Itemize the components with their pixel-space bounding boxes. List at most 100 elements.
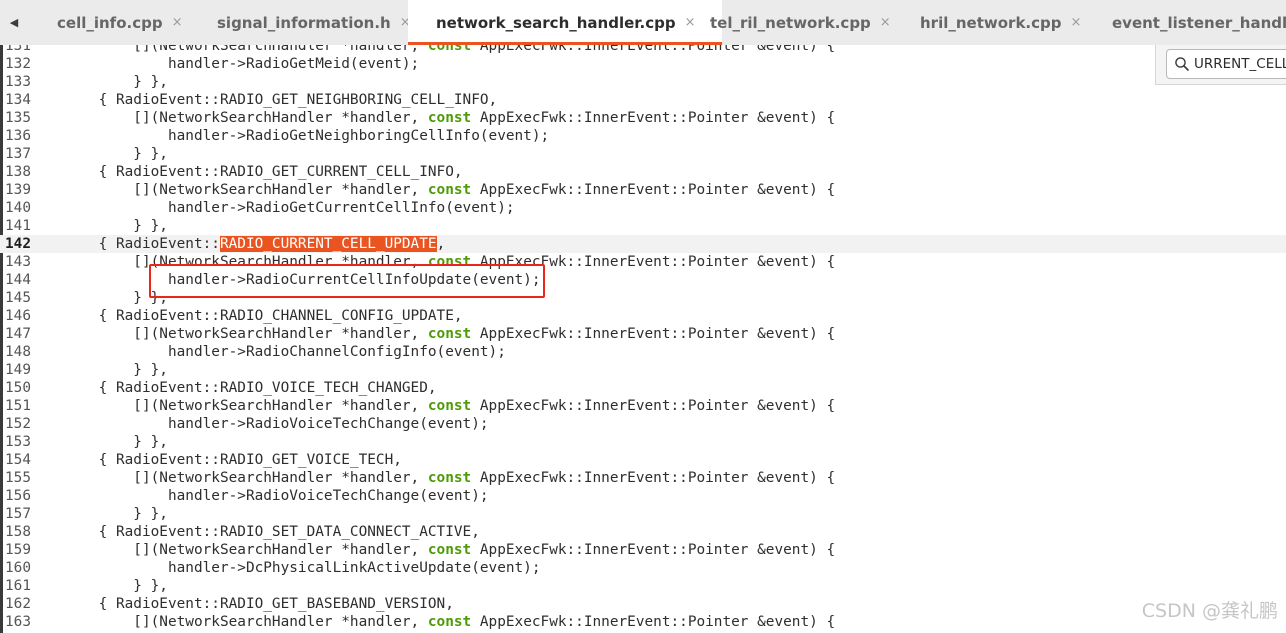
code-token: [](NetworkSearchHandler *handler, [64, 398, 428, 414]
code-token: } }, [64, 74, 168, 90]
line-source: { RadioEvent::RADIO_GET_CURRENT_CELL_INF… [64, 163, 463, 181]
code-token: handler->DcPhysicalLinkActiveUpdate(even… [64, 560, 541, 576]
code-line[interactable]: 162 { RadioEvent::RADIO_GET_BASEBAND_VER… [0, 595, 1286, 613]
line-source: { RadioEvent::RADIO_GET_BASEBAND_VERSION… [64, 595, 454, 613]
code-line[interactable]: 150 { RadioEvent::RADIO_VOICE_TECH_CHANG… [0, 379, 1286, 397]
line-source: handler->RadioGetNeighboringCellInfo(eve… [64, 127, 549, 145]
watermark: CSDN @龚礼鹏 [1141, 600, 1278, 622]
tab-event-listener-handler[interactable]: event_listener_handler.cpp [1112, 0, 1286, 45]
line-source: } }, [64, 505, 168, 523]
code-line[interactable]: 149 } }, [0, 361, 1286, 379]
code-line[interactable]: 147 [](NetworkSearchHandler *handler, co… [0, 325, 1286, 343]
code-token: } }, [64, 506, 168, 522]
line-number: 134 [5, 92, 31, 108]
line-source: { RadioEvent::RADIO_CHANNEL_CONFIG_UPDAT… [64, 307, 463, 325]
line-source: [](NetworkSearchHandler *handler, const … [64, 541, 835, 559]
code-token: { RadioEvent::RADIO_SET_DATA_CONNECT_ACT… [64, 524, 480, 540]
tab-hril-network[interactable]: hril_network.cpp × [920, 0, 1081, 45]
code-line[interactable]: 137 } }, [0, 145, 1286, 163]
code-line[interactable]: 146 { RadioEvent::RADIO_CHANNEL_CONFIG_U… [0, 307, 1286, 325]
line-source: } }, [64, 577, 168, 595]
code-line[interactable]: 133 } }, [0, 73, 1286, 91]
close-icon[interactable]: × [685, 15, 696, 30]
close-icon[interactable]: × [1070, 15, 1081, 30]
line-number: 137 [5, 146, 31, 162]
line-number: 147 [5, 326, 31, 342]
code-line[interactable]: 139 [](NetworkSearchHandler *handler, co… [0, 181, 1286, 199]
tab-label: cell_info.cpp [57, 13, 163, 32]
code-line[interactable]: 155 [](NetworkSearchHandler *handler, co… [0, 469, 1286, 487]
search-text: URRENT_CELL_UPDATE [1194, 56, 1286, 72]
code-line[interactable]: 148 handler->RadioChannelConfigInfo(even… [0, 343, 1286, 361]
code-line[interactable]: 141 } }, [0, 217, 1286, 235]
tab-cell-info[interactable]: cell_info.cpp × [57, 0, 182, 45]
code-line[interactable]: 158 { RadioEvent::RADIO_SET_DATA_CONNECT… [0, 523, 1286, 541]
tab-network-search-handler[interactable]: network_search_handler.cpp × [408, 0, 722, 45]
tab-signal-information[interactable]: signal_information.h × [217, 0, 411, 45]
code-token: AppExecFwk::InnerEvent::Pointer &event) … [471, 110, 836, 126]
code-editor[interactable]: 131 [](NetworkSearchHandler *handler, co… [0, 45, 1286, 633]
line-number: 161 [5, 578, 31, 594]
code-line[interactable]: 131 [](NetworkSearchHandler *handler, co… [0, 45, 1286, 55]
code-line[interactable]: 152 handler->RadioVoiceTechChange(event)… [0, 415, 1286, 433]
line-source: } }, [64, 145, 168, 163]
line-source: [](NetworkSearchHandler *handler, const … [64, 109, 835, 127]
code-line[interactable]: 138 { RadioEvent::RADIO_GET_CURRENT_CELL… [0, 163, 1286, 181]
code-line[interactable]: 132 handler->RadioGetMeid(event); [0, 55, 1286, 73]
line-number: 151 [5, 398, 31, 414]
line-number: 153 [5, 434, 31, 450]
line-number: 145 [5, 290, 31, 306]
code-line[interactable]: 140 handler->RadioGetCurrentCellInfo(eve… [0, 199, 1286, 217]
line-source: [](NetworkSearchHandler *handler, const … [64, 469, 835, 487]
line-number: 160 [5, 560, 31, 576]
code-line[interactable]: 163 [](NetworkSearchHandler *handler, co… [0, 613, 1286, 631]
code-lines: 131 [](NetworkSearchHandler *handler, co… [0, 45, 1286, 633]
close-icon[interactable]: × [880, 15, 891, 30]
code-line[interactable]: 161 } }, [0, 577, 1286, 595]
line-number: 140 [5, 200, 31, 216]
search-input[interactable]: URRENT_CELL_UPDATE [1166, 49, 1286, 79]
code-line[interactable]: 159 [](NetworkSearchHandler *handler, co… [0, 541, 1286, 559]
line-number: 154 [5, 452, 31, 468]
code-line[interactable]: 136 handler->RadioGetNeighboringCellInfo… [0, 127, 1286, 145]
code-line[interactable]: 153 } }, [0, 433, 1286, 451]
line-number: 163 [5, 614, 31, 630]
tab-tel-ril-network[interactable]: tel_ril_network.cpp × [710, 0, 891, 45]
line-source: handler->RadioGetMeid(event); [64, 55, 419, 73]
line-source: [](NetworkSearchHandler *handler, const … [64, 325, 835, 343]
code-token: { RadioEvent::RADIO_GET_NEIGHBORING_CELL… [64, 92, 498, 108]
line-number: 155 [5, 470, 31, 486]
code-line[interactable]: 160 handler->DcPhysicalLinkActiveUpdate(… [0, 559, 1286, 577]
code-line[interactable]: 156 handler->RadioVoiceTechChange(event)… [0, 487, 1286, 505]
code-token: [](NetworkSearchHandler *handler, [64, 542, 428, 558]
line-source: { RadioEvent::RADIO_GET_VOICE_TECH, [64, 451, 402, 469]
code-line[interactable]: 135 [](NetworkSearchHandler *handler, co… [0, 109, 1286, 127]
code-line[interactable]: 154 { RadioEvent::RADIO_GET_VOICE_TECH, [0, 451, 1286, 469]
search-match-highlight: RADIO_CURRENT_CELL_UPDATE [219, 236, 437, 252]
code-line[interactable]: 142 { RadioEvent::RADIO_CURRENT_CELL_UPD… [0, 235, 1286, 253]
line-number: 150 [5, 380, 31, 396]
annotation-rectangle [149, 264, 545, 298]
line-source: handler->DcPhysicalLinkActiveUpdate(even… [64, 559, 541, 577]
code-token: AppExecFwk::InnerEvent::Pointer &event) … [471, 182, 836, 198]
line-source: handler->RadioChannelConfigInfo(event); [64, 343, 506, 361]
code-token: handler->RadioVoiceTechChange(event); [64, 416, 489, 432]
keyword-token: const [427, 326, 472, 342]
triangle-left-icon[interactable]: ◀ [0, 0, 28, 45]
code-token: { RadioEvent::RADIO_GET_VOICE_TECH, [64, 452, 402, 468]
line-source: } }, [64, 217, 168, 235]
line-source: [](NetworkSearchHandler *handler, const … [64, 613, 835, 631]
code-token: [](NetworkSearchHandler *handler, [64, 614, 428, 630]
code-token: AppExecFwk::InnerEvent::Pointer &event) … [471, 614, 836, 630]
line-number: 133 [5, 74, 31, 90]
code-token: } }, [64, 146, 168, 162]
code-token: } }, [64, 218, 168, 234]
close-icon[interactable]: × [172, 15, 183, 30]
code-token: { RadioEvent::RADIO_GET_CURRENT_CELL_INF… [64, 164, 463, 180]
tab-label: signal_information.h [217, 13, 391, 32]
line-number: 148 [5, 344, 31, 360]
code-token: [](NetworkSearchHandler *handler, [64, 182, 428, 198]
code-line[interactable]: 134 { RadioEvent::RADIO_GET_NEIGHBORING_… [0, 91, 1286, 109]
code-line[interactable]: 157 } }, [0, 505, 1286, 523]
code-line[interactable]: 151 [](NetworkSearchHandler *handler, co… [0, 397, 1286, 415]
